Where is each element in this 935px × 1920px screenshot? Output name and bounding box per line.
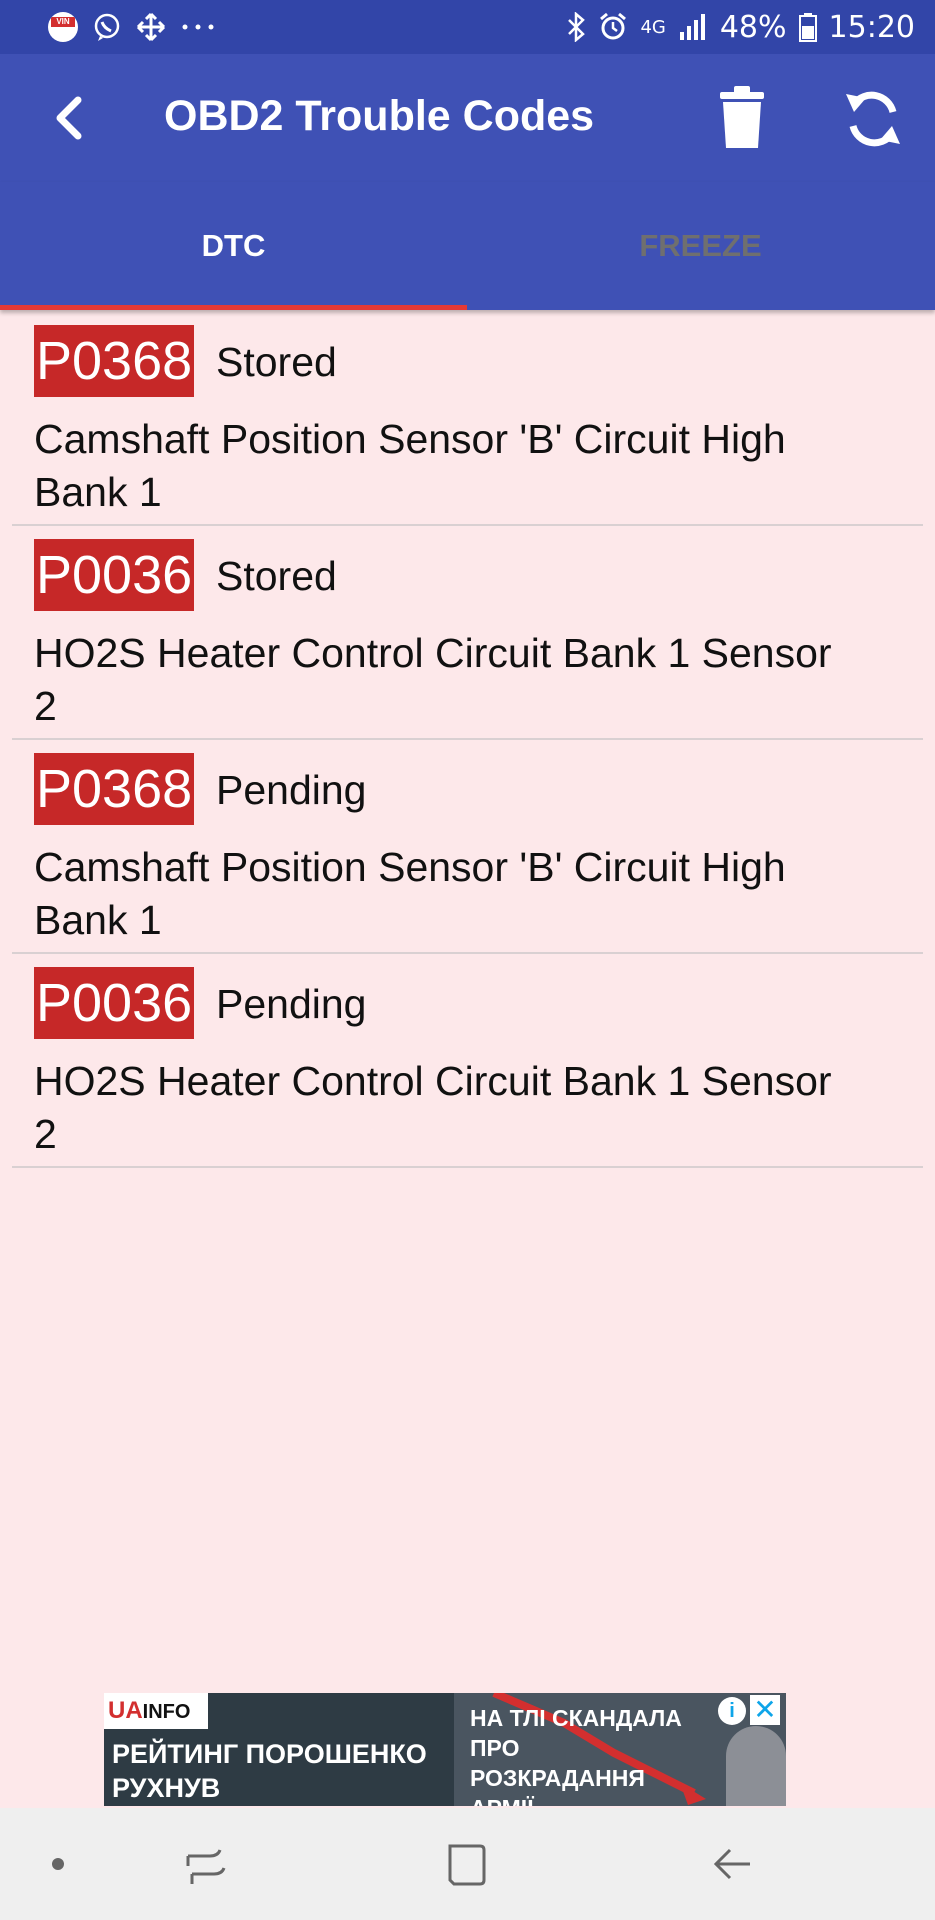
dtc-code-badge: P0036 [34, 967, 195, 1039]
dtc-status: Pending [216, 767, 367, 813]
dtc-description: Camshaft Position Sensor 'B' Circuit Hig… [34, 844, 786, 943]
dtc-description: HO2S Heater Control Circuit Bank 1 Senso… [34, 1058, 832, 1157]
dtc-status: Pending [216, 981, 367, 1027]
dtc-description: Camshaft Position Sensor 'B' Circuit Hig… [34, 416, 786, 515]
tab-indicator [0, 305, 467, 310]
tab-dtc[interactable]: DTC [0, 182, 467, 310]
ad-logo-info: INFO [142, 1701, 191, 1723]
dtc-description: HO2S Heater Control Circuit Bank 1 Senso… [34, 630, 832, 729]
vin-app-icon: VIN [48, 12, 78, 42]
app-bar: OBD2 Trouble Codes [0, 54, 935, 182]
clock: 15:20 [828, 9, 915, 45]
dtc-code-badge: P0368 [34, 325, 195, 397]
ad-subline: НА ТЛІ СКАНДАЛА ПРО РОЗКРАДАННЯ АРМІЇ [470, 1705, 682, 1806]
battery-icon [798, 13, 817, 42]
list-item[interactable]: P0368 Stored Camshaft Position Sensor 'B… [12, 312, 923, 526]
vin-app-label: VIN [51, 17, 75, 27]
refresh-button[interactable] [838, 84, 908, 154]
network-type: 4G [640, 16, 666, 38]
move-icon [136, 12, 166, 42]
battery-percent: 48% [719, 9, 787, 45]
list-item[interactable]: P0036 Stored HO2S Heater Control Circuit… [12, 526, 923, 740]
home-icon[interactable] [440, 1838, 492, 1890]
dtc-code-badge: P0368 [34, 753, 195, 825]
ad-close-icon[interactable]: ✕ [750, 1695, 780, 1725]
bluetooth-icon [568, 12, 586, 42]
delete-button[interactable] [712, 84, 772, 152]
ad-logo: UAINFO [104, 1693, 208, 1729]
list-item[interactable]: P0036 Pending HO2S Heater Control Circui… [12, 954, 923, 1168]
trash-icon [720, 86, 764, 148]
dtc-status: Stored [216, 553, 337, 599]
refresh-icon [846, 91, 900, 147]
alarm-icon [600, 12, 627, 40]
signal-icon [679, 14, 705, 40]
ad-banner[interactable]: UAINFO РЕЙТИНГ ПОРОШЕНКО РУХНУВ НА ТЛІ С… [104, 1693, 786, 1806]
nav-dot-icon[interactable] [52, 1858, 64, 1870]
back-button[interactable] [38, 88, 98, 148]
dtc-status: Stored [216, 339, 337, 385]
tab-bar: DTC FREEZE [0, 182, 935, 310]
page-title: OBD2 Trouble Codes [164, 92, 595, 140]
ad-headline: РЕЙТИНГ ПОРОШЕНКО РУХНУВ [112, 1739, 427, 1803]
back-icon [56, 96, 82, 140]
back-arrow-icon[interactable] [706, 1838, 758, 1890]
ad-info-icon[interactable]: i [718, 1697, 746, 1725]
system-nav-bar [0, 1808, 935, 1920]
ad-logo-ua: UA [108, 1697, 143, 1724]
more-icon [182, 24, 214, 30]
dtc-code-badge: P0036 [34, 539, 195, 611]
dtc-list: P0368 Stored Camshaft Position Sensor 'B… [0, 312, 935, 1168]
viber-icon [94, 13, 120, 41]
list-item[interactable]: P0368 Pending Camshaft Position Sensor '… [12, 740, 923, 954]
tab-freeze[interactable]: FREEZE [467, 182, 934, 310]
recent-apps-icon[interactable] [180, 1838, 232, 1890]
ad-person-image [726, 1726, 786, 1806]
status-bar: VIN 4G 48% 15:20 [0, 0, 935, 54]
